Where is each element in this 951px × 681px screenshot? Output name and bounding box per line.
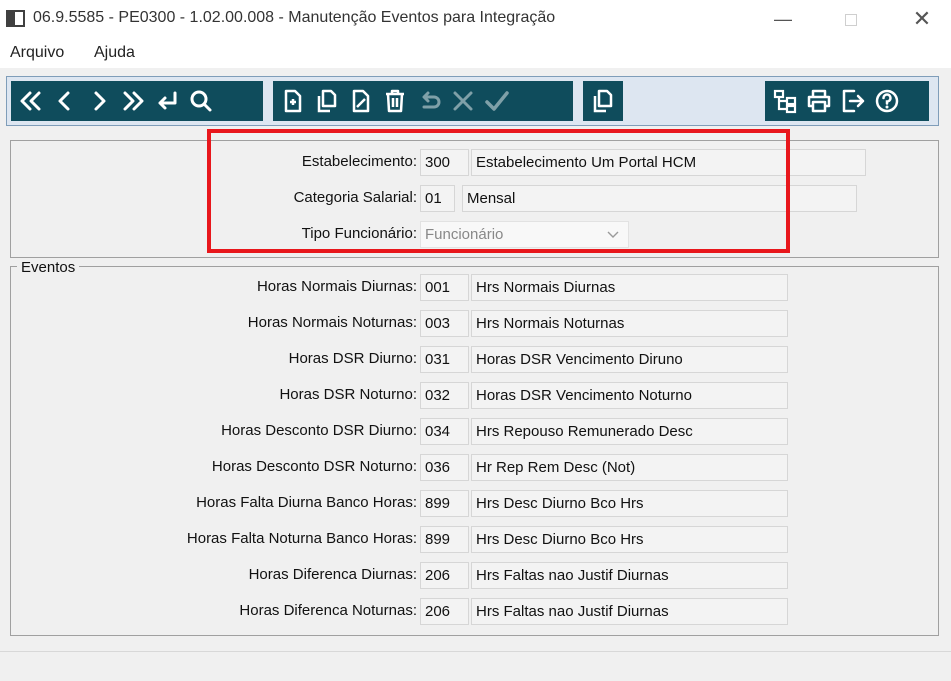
event-description-field[interactable]: Hrs Desc Diurno Bco Hrs (471, 526, 788, 553)
event-label: Horas Desconto DSR Noturno: (211, 458, 417, 475)
tools-toolbar-group (765, 81, 929, 121)
editing-toolbar-group (273, 81, 573, 121)
copy-record-icon (317, 89, 337, 113)
first-record-button[interactable] (14, 83, 48, 119)
event-description-field[interactable]: Hrs Faltas nao Justif Diurnas (471, 562, 788, 589)
close-button[interactable]: ✕ (899, 4, 945, 34)
window-title: 06.9.5585 - PE0300 - 1.02.00.008 - Manut… (33, 9, 556, 26)
save-button[interactable] (480, 83, 514, 119)
event-description-field[interactable]: Hr Rep Rem Desc (Not) (471, 454, 788, 481)
exit-button[interactable] (836, 83, 870, 119)
event-code-field[interactable]: 206 (420, 598, 469, 625)
event-label: Horas Normais Noturnas: (247, 314, 417, 331)
next-record-button[interactable] (82, 83, 116, 119)
event-label: Horas Normais Diurnas: (256, 278, 417, 295)
maximize-icon (845, 14, 857, 27)
last-record-button[interactable] (116, 83, 150, 119)
event-description-field[interactable]: Hrs Normais Diurnas (471, 274, 788, 301)
cancel-icon (453, 91, 473, 111)
event-code-field[interactable]: 899 (420, 490, 469, 517)
event-code-field[interactable]: 034 (420, 418, 469, 445)
event-row: Horas Desconto DSR Noturno: 036 Hr Rep Rem… (11, 454, 940, 481)
print-button[interactable] (802, 83, 836, 119)
event-row: Horas Normais Noturnas: 003 Hrs Normais No… (11, 310, 940, 337)
status-bar (0, 651, 951, 681)
cancel-button[interactable] (446, 83, 480, 119)
structure-icon (773, 89, 797, 114)
next-record-icon (94, 91, 106, 111)
event-label: Horas DSR Noturno: (279, 386, 417, 403)
event-description-field[interactable]: Hrs Faltas nao Justif Diurnas (471, 598, 788, 625)
undo-button[interactable] (412, 83, 446, 119)
help-icon (875, 89, 899, 113)
minimize-button[interactable]: — (760, 4, 806, 34)
help-button[interactable] (870, 83, 904, 119)
delete-record-icon (386, 89, 404, 113)
event-description-field[interactable]: Hrs Normais Noturnas (471, 310, 788, 337)
event-description-field[interactable]: Horas DSR Vencimento Diruno (471, 346, 788, 373)
toolbar (6, 76, 939, 126)
undo-icon (422, 91, 441, 109)
search-icon (190, 90, 212, 112)
menu-ajuda[interactable]: Ajuda (94, 44, 135, 62)
extra-toolbar-group (583, 81, 623, 121)
event-code-field[interactable]: 899 (420, 526, 469, 553)
print-icon (807, 89, 831, 113)
goto-button[interactable] (150, 83, 184, 119)
event-code-field[interactable]: 206 (420, 562, 469, 589)
program-window-icon (6, 10, 25, 27)
event-code-field[interactable]: 036 (420, 454, 469, 481)
event-description-field[interactable]: Horas DSR Vencimento Noturno (471, 382, 788, 409)
event-row: Horas Diferenca Noturnas: 206 Hrs Faltas n… (11, 598, 940, 625)
save-check-icon (485, 91, 509, 111)
previous-record-button[interactable] (48, 83, 82, 119)
event-code-field[interactable]: 032 (420, 382, 469, 409)
event-code-field[interactable]: 031 (420, 346, 469, 373)
event-code-field[interactable]: 001 (420, 274, 469, 301)
event-row: Horas DSR Diurno: 031 Horas DSR Vencimento… (11, 346, 940, 373)
navigation-toolbar-group (11, 81, 263, 121)
event-row: Horas DSR Noturno: 032 Horas DSR Venciment… (11, 382, 940, 409)
search-button[interactable] (184, 83, 218, 119)
title-bar: 06.9.5585 - PE0300 - 1.02.00.008 - Manut… (0, 0, 951, 38)
event-label: Horas Falta Noturna Banco Horas: (186, 530, 417, 547)
events-panel: Eventos Horas Normais Diurnas: 001 Hrs Nor… (10, 259, 940, 636)
event-description-field[interactable]: Hrs Desc Diurno Bco Hrs (471, 490, 788, 517)
event-code-field[interactable]: 003 (420, 310, 469, 337)
goto-icon (158, 91, 177, 110)
delete-record-button[interactable] (378, 83, 412, 119)
previous-record-icon (58, 91, 70, 111)
event-row: Horas Desconto DSR Diurno: 034 Hrs Repouso… (11, 418, 940, 445)
first-record-icon (20, 91, 41, 111)
event-label: Horas Diferenca Noturnas: (239, 602, 417, 619)
event-row: Horas Falta Noturna Banco Horas: 899 Hrs D… (11, 526, 940, 553)
event-row: Horas Falta Diurna Banco Horas: 899 Hrs De… (11, 490, 940, 517)
maximize-button[interactable] (828, 4, 874, 34)
event-label: Horas Diferenca Diurnas: (248, 566, 417, 583)
event-label: Horas DSR Diurno: (288, 350, 417, 367)
edit-record-button[interactable] (344, 83, 378, 119)
edit-record-icon (352, 89, 370, 113)
structure-button[interactable] (768, 83, 802, 119)
menu-arquivo[interactable]: Arquivo (10, 44, 64, 62)
highlight-box (207, 129, 790, 253)
new-record-icon (284, 89, 302, 113)
last-record-icon (123, 91, 144, 111)
exit-icon (842, 89, 865, 113)
copy-record-button[interactable] (310, 83, 344, 119)
event-label: Horas Falta Diurna Banco Horas: (196, 494, 417, 511)
event-row: Horas Normais Diurnas: 001 Hrs Normais Diu… (11, 274, 940, 301)
duplicate-icon (593, 89, 613, 113)
menu-bar: Arquivo Ajuda (0, 38, 951, 68)
event-label: Horas Desconto DSR Diurno: (221, 422, 417, 439)
event-row: Horas Diferenca Diurnas: 206 Hrs Faltas na… (11, 562, 940, 589)
event-description-field[interactable]: Hrs Repouso Remunerado Desc (471, 418, 788, 445)
duplicate-button[interactable] (586, 83, 620, 119)
new-record-button[interactable] (276, 83, 310, 119)
